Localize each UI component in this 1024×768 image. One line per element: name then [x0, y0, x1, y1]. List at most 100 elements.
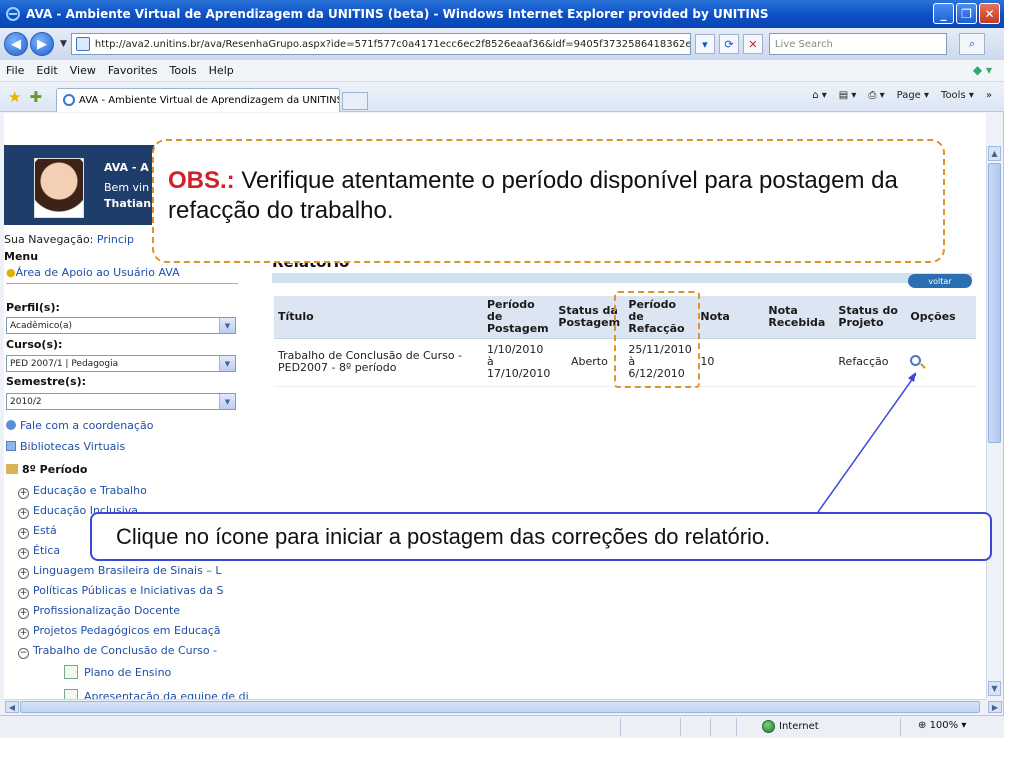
- tree-item-label: Projetos Pedagógicos em Educaçã: [33, 624, 221, 637]
- sidebar-item-bibliotecas[interactable]: Bibliotecas Virtuais: [6, 440, 125, 453]
- apoio-link[interactable]: ●Área de Apoio ao Usuário AVA: [6, 266, 180, 279]
- menu-tools[interactable]: Tools: [170, 64, 197, 77]
- expand-icon: +: [18, 628, 29, 639]
- tools-menu[interactable]: Tools ▾: [941, 90, 974, 101]
- curso-select[interactable]: PED 2007/1 | Pedagogia ▼: [6, 355, 236, 372]
- cell-status-projeto: Refacção: [834, 338, 907, 387]
- new-tab-button[interactable]: [342, 91, 369, 110]
- back-button[interactable]: ◀: [4, 32, 28, 56]
- stop-icon[interactable]: ✕: [742, 34, 763, 54]
- feeds-icon[interactable]: ▤ ▾: [839, 90, 857, 101]
- tree-item[interactable]: + Profissionalização Docente: [18, 604, 254, 619]
- favorites-star-icon[interactable]: ★: [8, 88, 21, 106]
- scroll-right-icon[interactable]: ▶: [988, 701, 1002, 713]
- forward-button[interactable]: ▶: [30, 32, 54, 56]
- col-nota: Nota: [696, 296, 765, 339]
- tree-item[interactable]: + Linguagem Brasileira de Sinais – L: [18, 564, 254, 579]
- tab-ava[interactable]: AVA - Ambiente Virtual de Aprendizagem d…: [56, 87, 341, 112]
- expand-icon: +: [18, 608, 29, 619]
- zoom-control[interactable]: ⊕ 100% ▾: [918, 720, 966, 731]
- add-favorites-icon[interactable]: ✚: [29, 88, 42, 106]
- cell-opcoes: [906, 338, 976, 387]
- tree-item[interactable]: + Educação e Trabalho: [18, 484, 254, 499]
- address-dropdown-icon[interactable]: ▾: [694, 34, 715, 54]
- search-placeholder: Live Search: [774, 38, 833, 50]
- browser-window: AVA - Ambiente Virtual de Aprendizagem d…: [0, 0, 1004, 738]
- chevron-down-icon: ▼: [219, 394, 235, 409]
- expand-icon: +: [18, 528, 29, 539]
- minimize-button[interactable]: _: [933, 3, 954, 24]
- scroll-up-icon[interactable]: ▲: [988, 146, 1001, 161]
- search-input[interactable]: Live Search: [768, 33, 947, 55]
- more-chevron-icon[interactable]: »: [986, 90, 992, 101]
- header-welcome: Bem vin: [104, 181, 150, 194]
- internet-globe-icon: [762, 720, 775, 733]
- curso-value: PED 2007/1 | Pedagogia: [10, 358, 119, 369]
- home-icon[interactable]: ⌂ ▾: [812, 90, 827, 101]
- toolbar-icon[interactable]: ◆ ▾: [973, 63, 992, 77]
- scroll-left-icon[interactable]: ◀: [5, 701, 19, 713]
- maximize-button[interactable]: ❐: [956, 3, 977, 24]
- zone-indicator: Internet: [762, 720, 819, 733]
- document-icon: [64, 665, 78, 679]
- folder-icon: [6, 464, 18, 474]
- horizontal-scrollbar[interactable]: ◀ ▶: [4, 699, 1002, 714]
- obs-text: Verifique atentamente o período disponív…: [168, 167, 898, 224]
- recent-pages-dropdown-icon[interactable]: ▼: [60, 39, 67, 49]
- tree-item-label: Está: [33, 524, 57, 537]
- menu-view[interactable]: View: [70, 64, 96, 77]
- cell-periodo-postagem: 1/10/2010 à 17/10/2010: [483, 338, 555, 387]
- title-bar: AVA - Ambiente Virtual de Aprendizagem d…: [0, 0, 1004, 28]
- close-button[interactable]: ✕: [979, 3, 1000, 24]
- address-input[interactable]: http://ava2.unitins.br/ava/ResenhaGrupo.…: [70, 33, 691, 55]
- cell-nota-recebida: [764, 338, 835, 387]
- menu-favorites[interactable]: Favorites: [108, 64, 158, 77]
- status-bar: Internet ⊕ 100% ▾: [0, 715, 1004, 738]
- col-nota-recebida: Nota Recebida: [764, 296, 835, 339]
- magnifier-icon[interactable]: [910, 355, 922, 366]
- scroll-thumb[interactable]: [988, 163, 1001, 443]
- scroll-thumb[interactable]: [20, 701, 980, 713]
- address-row: ◀ ▶ ▼ http://ava2.unitins.br/ava/Resenha…: [0, 28, 1004, 60]
- page-menu[interactable]: Page ▾: [897, 90, 929, 101]
- refresh-icon[interactable]: ⟳: [718, 34, 739, 54]
- tree-item[interactable]: − Trabalho de Conclusão de Curso -: [18, 644, 254, 659]
- title-underline: [272, 273, 972, 283]
- menu-edit[interactable]: Edit: [36, 64, 57, 77]
- status-divider: [710, 718, 711, 736]
- voltar-button[interactable]: voltar: [908, 274, 972, 288]
- instruction-callout: Clique no ícone para iniciar a postagem …: [90, 512, 992, 561]
- chevron-down-icon: ▼: [219, 356, 235, 371]
- tab-label: AVA - Ambiente Virtual de Aprendizagem d…: [79, 94, 341, 106]
- breadcrumb-link[interactable]: Princip: [97, 233, 134, 246]
- status-divider: [900, 718, 901, 736]
- tree-item[interactable]: + Projetos Pedagógicos em Educaçã: [18, 624, 254, 639]
- menu-help[interactable]: Help: [209, 64, 234, 77]
- zoom-value: 100%: [929, 720, 959, 731]
- tree-item-label: Ética: [33, 544, 61, 557]
- search-icon[interactable]: ⌕: [958, 33, 985, 55]
- periodo-label: 8º Período: [22, 463, 88, 476]
- menu-file[interactable]: File: [6, 64, 24, 77]
- doc-item[interactable]: Plano de Ensino: [64, 665, 171, 679]
- scroll-down-icon[interactable]: ▼: [988, 681, 1001, 696]
- tree-item-label: Políticas Públicas e Iniciativas da S: [33, 584, 224, 597]
- menu-heading: Menu: [4, 250, 39, 263]
- col-status-projeto: Status do Projeto: [834, 296, 907, 339]
- expand-icon: +: [18, 488, 29, 499]
- status-divider: [680, 718, 681, 736]
- semestre-select[interactable]: 2010/2 ▼: [6, 393, 236, 410]
- obs-callout: OBS.: Verifique atentamente o período di…: [152, 139, 945, 263]
- vertical-scrollbar[interactable]: ▲ ▼: [986, 145, 1002, 698]
- expand-icon: +: [18, 588, 29, 599]
- lightbulb-icon: ●: [6, 266, 16, 279]
- col-periodo-postagem: Período de Postagem: [483, 296, 555, 339]
- expand-icon: +: [18, 568, 29, 579]
- tree-item[interactable]: + Políticas Públicas e Iniciativas da S: [18, 584, 254, 599]
- book-icon: [6, 441, 16, 451]
- perfil-select[interactable]: Acadêmico(a) ▼: [6, 317, 236, 334]
- tree-item-label: Trabalho de Conclusão de Curso -: [33, 644, 218, 657]
- sidebar-item-coordenacao[interactable]: Fale com a coordenação: [6, 419, 153, 432]
- print-icon[interactable]: ⎙ ▾: [868, 90, 884, 101]
- semestre-value: 2010/2: [10, 396, 42, 407]
